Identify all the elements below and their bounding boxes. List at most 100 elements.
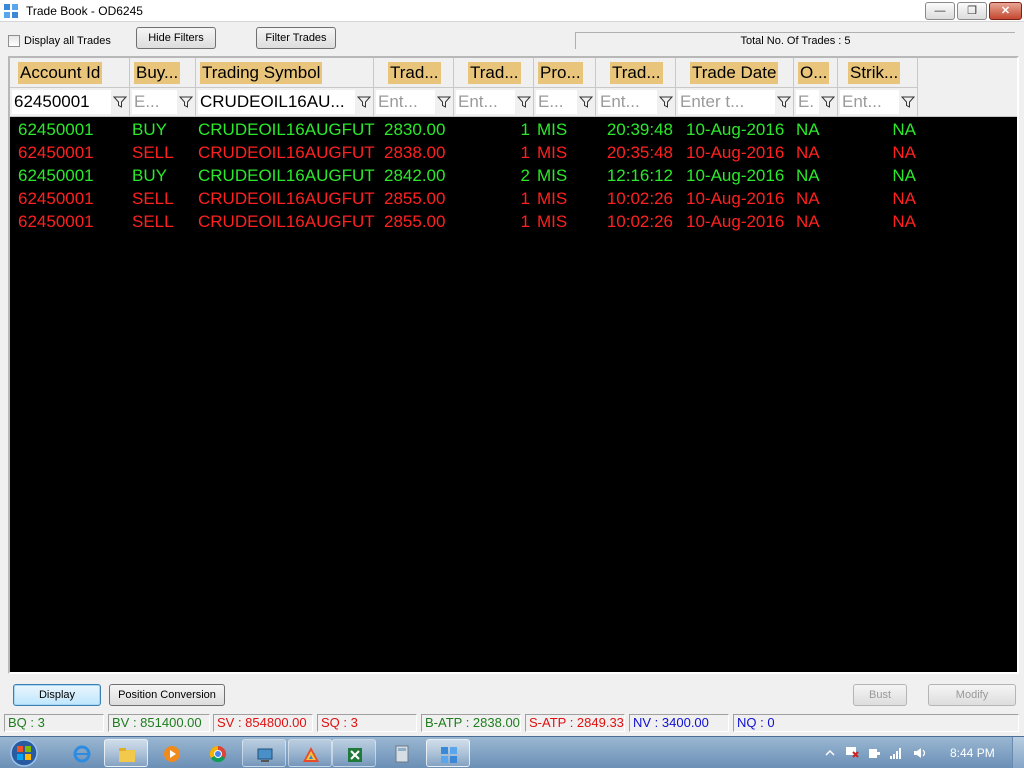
taskbar-item-media-player[interactable] bbox=[150, 739, 194, 767]
table-row[interactable]: 62450001 SELL CRUDEOIL16AUGFUT 2855.00 1… bbox=[10, 187, 1017, 210]
column-header-trade-price[interactable]: Trad... bbox=[374, 58, 454, 88]
bust-button[interactable]: Bust bbox=[853, 684, 907, 706]
filter-funnel-icon[interactable] bbox=[579, 95, 593, 109]
taskbar-item-file-explorer[interactable] bbox=[104, 739, 148, 767]
taskbar-item-trade-app[interactable] bbox=[426, 739, 470, 767]
filter-input-trade-price[interactable]: Ent... bbox=[376, 90, 435, 114]
show-hidden-icons-chevron-icon[interactable] bbox=[822, 746, 838, 760]
cell-strike: NA bbox=[892, 143, 916, 162]
cell-strike: NA bbox=[892, 120, 916, 139]
display-all-trades-checkbox[interactable]: Display all Trades bbox=[8, 35, 111, 47]
filter-input-option-type[interactable]: E. bbox=[796, 90, 819, 114]
calculator-icon bbox=[395, 745, 409, 763]
column-header-label: Trad... bbox=[610, 62, 663, 84]
taskbar-item-internet-explorer[interactable] bbox=[60, 739, 104, 767]
cell-trade-time: 20:39:48 bbox=[606, 120, 673, 139]
taskbar-item-app[interactable] bbox=[288, 739, 332, 767]
column-header-label: Buy... bbox=[134, 62, 181, 84]
filter-funnel-icon[interactable] bbox=[113, 95, 127, 109]
maximize-button[interactable]: ❐ bbox=[957, 2, 987, 20]
filter-cell-option-type: E. bbox=[794, 88, 838, 117]
hide-filters-button[interactable]: Hide Filters bbox=[136, 27, 216, 49]
filter-funnel-icon[interactable] bbox=[777, 95, 791, 109]
start-button[interactable] bbox=[2, 738, 46, 768]
total-trades-label: Total No. Of Trades : 5 bbox=[575, 32, 1015, 49]
status-net-qty: NQ : 0 bbox=[733, 714, 1019, 732]
filter-trades-button[interactable]: Filter Trades bbox=[256, 27, 336, 49]
minimize-button[interactable]: — bbox=[925, 2, 955, 20]
taskbar-item-calculator[interactable] bbox=[380, 739, 424, 767]
grid-filter-row: 62450001 E... CRUDEOIL16AU... Ent... Ent… bbox=[10, 88, 1017, 117]
column-header-account-id[interactable]: Account Id bbox=[10, 58, 130, 88]
column-header-trade-date[interactable]: Trade Date bbox=[676, 58, 794, 88]
cell-trade-time: 20:35:48 bbox=[606, 143, 673, 162]
cell-trade-date: 10-Aug-2016 bbox=[686, 166, 785, 185]
filter-input-trade-qty[interactable]: Ent... bbox=[456, 90, 515, 114]
column-header-trade-time[interactable]: Trad... bbox=[596, 58, 676, 88]
taskbar-clock[interactable]: 8:44 PM bbox=[950, 746, 995, 760]
filter-input-buy-sell[interactable]: E... bbox=[132, 90, 177, 114]
filter-cell-product: E... bbox=[534, 88, 596, 117]
status-sell-atp: S-ATP : 2849.33 bbox=[525, 714, 625, 732]
cell-account-id: 62450001 bbox=[18, 166, 94, 185]
column-header-buy-sell[interactable]: Buy... bbox=[130, 58, 196, 88]
column-header-product[interactable]: Pro... bbox=[534, 58, 596, 88]
power-plug-icon[interactable] bbox=[866, 746, 882, 760]
restore-icon: ❐ bbox=[967, 5, 977, 17]
cell-account-id: 62450001 bbox=[18, 120, 94, 139]
column-header-label: Strik... bbox=[848, 62, 901, 84]
volume-speaker-icon[interactable] bbox=[912, 746, 928, 760]
show-desktop-button[interactable] bbox=[1012, 737, 1024, 768]
filter-input-product[interactable]: E... bbox=[536, 90, 577, 114]
cell-option-type: NA bbox=[796, 120, 820, 139]
column-header-strike[interactable]: Strik... bbox=[838, 58, 918, 88]
taskbar-item-chrome[interactable] bbox=[196, 739, 240, 767]
checkbox-box[interactable] bbox=[8, 35, 20, 47]
cell-trade-date: 10-Aug-2016 bbox=[686, 212, 785, 231]
cell-trade-qty: 1 bbox=[520, 189, 530, 208]
column-header-trading-symbol[interactable]: Trading Symbol bbox=[196, 58, 374, 88]
cell-account-id: 62450001 bbox=[18, 189, 94, 208]
column-header-label: Pro... bbox=[538, 62, 583, 84]
cell-trade-qty: 1 bbox=[520, 120, 530, 139]
cell-buy-sell: SELL bbox=[132, 143, 174, 162]
toolbar: Display all Trades Hide Filters Filter T… bbox=[0, 22, 1024, 56]
filter-funnel-icon[interactable] bbox=[437, 95, 451, 109]
cell-trading-symbol: CRUDEOIL16AUGFUT bbox=[198, 120, 375, 139]
filter-input-trade-date[interactable]: Enter t... bbox=[678, 90, 775, 114]
cell-trading-symbol: CRUDEOIL16AUGFUT bbox=[198, 212, 375, 231]
excel-icon bbox=[348, 748, 362, 762]
cell-trading-symbol: CRUDEOIL16AUGFUT bbox=[198, 166, 375, 185]
column-header-trade-qty[interactable]: Trad... bbox=[454, 58, 534, 88]
filter-cell-strike: Ent... bbox=[838, 88, 918, 117]
taskbar-item-network-app[interactable] bbox=[242, 739, 286, 767]
table-row[interactable]: 62450001 BUY CRUDEOIL16AUGFUT 2842.00 2 … bbox=[10, 164, 1017, 187]
column-header-option-type[interactable]: O... bbox=[794, 58, 838, 88]
network-app-icon bbox=[257, 748, 273, 762]
filter-funnel-icon[interactable] bbox=[901, 95, 915, 109]
trade-app-icon bbox=[441, 747, 457, 763]
position-conversion-button[interactable]: Position Conversion bbox=[109, 684, 225, 706]
filter-funnel-icon[interactable] bbox=[517, 95, 531, 109]
filter-input-account-id[interactable]: 62450001 bbox=[12, 90, 111, 114]
display-button[interactable]: Display bbox=[13, 684, 101, 706]
taskbar-item-excel[interactable] bbox=[332, 739, 376, 767]
filter-funnel-icon[interactable] bbox=[179, 95, 193, 109]
table-row[interactable]: 62450001 SELL CRUDEOIL16AUGFUT 2838.00 1… bbox=[10, 141, 1017, 164]
modify-button[interactable]: Modify bbox=[928, 684, 1016, 706]
filter-input-trade-time[interactable]: Ent... bbox=[598, 90, 657, 114]
network-signal-icon[interactable] bbox=[888, 746, 904, 760]
filter-input-strike[interactable]: Ent... bbox=[840, 90, 899, 114]
filter-funnel-icon[interactable] bbox=[821, 95, 835, 109]
action-center-flag-icon[interactable] bbox=[844, 746, 860, 760]
filter-cell-trading-symbol: CRUDEOIL16AU... bbox=[196, 88, 374, 117]
cell-trade-price: 2842.00 bbox=[384, 166, 446, 185]
close-button[interactable]: ✕ bbox=[989, 2, 1022, 20]
filter-input-trading-symbol[interactable]: CRUDEOIL16AU... bbox=[198, 90, 355, 114]
table-row[interactable]: 62450001 BUY CRUDEOIL16AUGFUT 2830.00 1 … bbox=[10, 118, 1017, 141]
filter-funnel-icon[interactable] bbox=[357, 95, 371, 109]
table-row[interactable]: 62450001 SELL CRUDEOIL16AUGFUT 2855.00 1… bbox=[10, 210, 1017, 233]
filter-funnel-icon[interactable] bbox=[659, 95, 673, 109]
cell-product: MIS bbox=[537, 143, 568, 162]
status-sell-qty: SQ : 3 bbox=[317, 714, 417, 732]
